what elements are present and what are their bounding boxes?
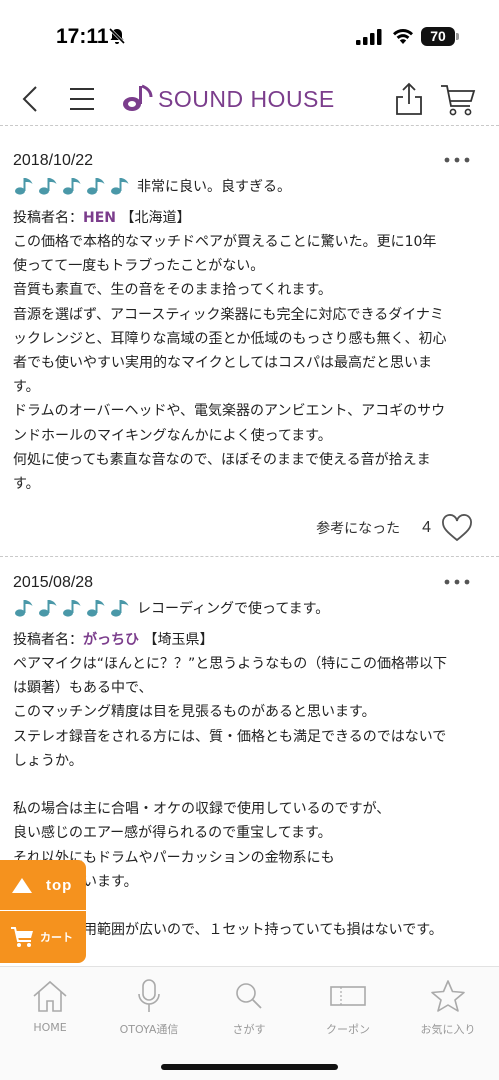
poster-prefix: 投稿者名：: [13, 632, 83, 648]
poster-name[interactable]: がっちひ: [83, 632, 139, 648]
rating-note-icon: [111, 600, 129, 617]
rating-note-icon: [63, 178, 81, 195]
rating-note-icon: [15, 600, 33, 617]
star-icon: [431, 980, 465, 1012]
review-date: 2015/08/28: [13, 574, 94, 591]
wifi-icon: [393, 28, 413, 44]
helpful-row: 参考になった 4: [316, 513, 473, 543]
rating-note-icon: [15, 178, 33, 195]
review-title: 非常に良い。良すぎる。: [137, 179, 291, 195]
logo-text: SOUND HOUSE: [158, 85, 335, 112]
app-header: SOUND HOUSE: [0, 72, 499, 126]
share-icon[interactable]: [394, 82, 424, 116]
cellular-signal-icon: [356, 29, 382, 45]
bell-slash-icon: [108, 27, 126, 45]
microphone-icon: [138, 979, 160, 1012]
scroll-top-label: top: [46, 876, 73, 894]
nav-label: お気に入り: [420, 1023, 476, 1036]
search-icon: [236, 983, 262, 1009]
back-chevron-icon[interactable]: [18, 84, 42, 114]
battery-level: 70: [421, 27, 455, 46]
status-bar: 17:11 70: [0, 0, 499, 72]
cart-icon[interactable]: [440, 84, 476, 116]
status-time: 17:11: [56, 25, 109, 48]
more-options-icon[interactable]: [443, 578, 471, 586]
coupon-icon: [330, 986, 366, 1006]
nav-label: HOME: [33, 1021, 67, 1034]
nav-label: さがす: [232, 1023, 266, 1036]
hamburger-menu-icon[interactable]: [68, 86, 96, 112]
header-divider: [0, 125, 499, 126]
sound-house-logo[interactable]: SOUND HOUSE: [120, 80, 335, 118]
scroll-top-button[interactable]: top: [0, 860, 86, 910]
nav-coupon[interactable]: クーポン: [298, 979, 398, 1037]
poster-line: 投稿者名：HEN 【北海道】: [13, 206, 486, 230]
poster-region: 【埼玉県】: [139, 632, 214, 648]
nav-label: クーポン: [326, 1023, 370, 1036]
floating-cart-button[interactable]: カート: [0, 911, 86, 963]
battery-cap: [456, 33, 459, 40]
review-text: この価格で本格的なマッチドペアが買えることに驚いた。更に10年 使ってて一度もト…: [13, 234, 447, 493]
floating-cart-label: カート: [40, 931, 73, 944]
review-body: この価格で本格的なマッチドペアが買えることに驚いた。更に10年 使ってて一度もト…: [13, 230, 486, 496]
rating-note-icon: [63, 600, 81, 617]
review-date: 2018/10/22: [13, 152, 94, 169]
logo-note-icon: [123, 84, 153, 111]
poster-line: 投稿者名：がっちひ 【埼玉県】: [13, 628, 486, 652]
rating-note-icon: [39, 178, 57, 195]
nav-label: OTOYA通信: [119, 1023, 179, 1036]
rating-note-icon: [87, 600, 105, 617]
nav-favorites[interactable]: お気に入り: [398, 979, 498, 1037]
review-title: レコーディングで使ってます。: [137, 601, 330, 617]
review-item: 2018/10/22 非常に良い。良すぎる。 投稿者名：HEN 【北海道】 この…: [0, 150, 499, 496]
bottom-navigation: HOME OTOYA通信 さがす クーポン お気に入り: [0, 966, 499, 1080]
up-arrow-icon: [12, 877, 32, 893]
nav-otoya[interactable]: OTOYA通信: [99, 979, 199, 1037]
rating-note-icon: [39, 600, 57, 617]
heart-icon[interactable]: [441, 514, 473, 542]
helpful-count: 4: [422, 519, 431, 536]
nav-home[interactable]: HOME: [0, 979, 100, 1034]
more-options-icon[interactable]: [443, 156, 471, 164]
home-icon: [33, 980, 67, 1012]
poster-name[interactable]: HEN: [83, 210, 116, 226]
review-divider: [0, 556, 499, 557]
rating-note-icon: [87, 178, 105, 195]
cart-icon: [11, 927, 33, 947]
home-indicator: [161, 1064, 338, 1070]
nav-search[interactable]: さがす: [199, 979, 299, 1037]
helpful-label: 参考になった: [316, 521, 401, 537]
rating-row: レコーディングで使ってます。: [13, 596, 486, 620]
rating-row: 非常に良い。良すぎる。: [13, 174, 486, 198]
poster-prefix: 投稿者名：: [13, 210, 83, 226]
rating-note-icon: [111, 178, 129, 195]
poster-region: 【北海道】: [116, 210, 191, 226]
